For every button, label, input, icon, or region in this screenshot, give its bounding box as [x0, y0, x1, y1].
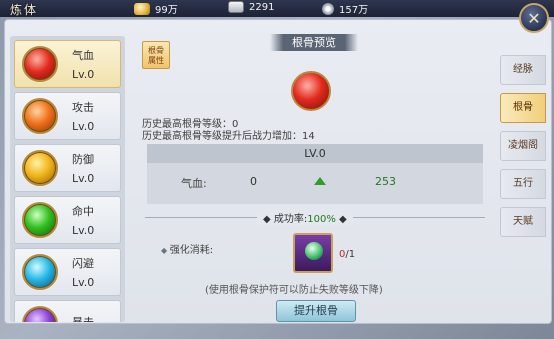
yellow-orb-icon: [22, 150, 58, 186]
token-icon: [322, 2, 334, 15]
red-orb-icon: [22, 46, 58, 82]
top-bar: 炼体 99万 2291 157万: [0, 0, 554, 17]
green-orb-icon: [22, 202, 58, 238]
silver-ingot-icon: [228, 1, 244, 13]
tab-root[interactable]: 根骨: [500, 93, 546, 123]
window-title: 炼体: [10, 3, 39, 17]
attribute-name: 命中: [72, 205, 94, 218]
close-icon: ✕: [527, 8, 541, 28]
stat-table: LV.0 气血: 0 253: [147, 144, 483, 204]
success-rate-value: 100%: [307, 214, 336, 225]
upgrade-button[interactable]: 提升根骨: [276, 300, 356, 322]
stat-name: 气血:: [181, 177, 207, 190]
attribute-name: 闪避: [72, 257, 94, 270]
attribute-item-hp[interactable]: 气血 Lv.0: [14, 40, 121, 88]
stat-next-value: 253: [375, 175, 396, 188]
cost-label: 强化消耗:: [161, 241, 213, 256]
stat-row: 气血: 0 253: [147, 163, 483, 204]
attribute-level: Lv.0: [72, 172, 95, 185]
attribute-level: Lv.0: [72, 68, 95, 81]
attribute-item-crit[interactable]: 暴击: [14, 300, 121, 322]
item-count: 0/1: [339, 249, 355, 260]
history-power-value: 14: [302, 131, 315, 142]
item-need: /1: [345, 249, 356, 260]
preview-title: 根骨预览: [270, 34, 358, 51]
resource-gold-value: 99万: [155, 5, 178, 16]
resource-silver: 2291: [228, 1, 274, 13]
cyan-orb-icon: [22, 254, 58, 290]
attribute-level: Lv.0: [72, 276, 95, 289]
purple-orb-icon: [22, 306, 58, 322]
attribute-item-dodge[interactable]: 闪避 Lv.0: [14, 248, 121, 296]
resource-token: 157万: [322, 1, 368, 16]
hint-text: (使用根骨保护符可以防止失败等级下降): [205, 285, 383, 296]
stat-level: LV.0: [147, 144, 483, 163]
tab-talent[interactable]: 天赋: [500, 207, 546, 237]
material-item-slot[interactable]: [293, 233, 333, 273]
tab-five-elements[interactable]: 五行: [500, 169, 546, 199]
resource-token-value: 157万: [339, 5, 369, 16]
tab-lingyan[interactable]: 凌烟阁: [500, 131, 546, 161]
tag-line-2: 属性: [148, 56, 164, 65]
attribute-name: 攻击: [72, 101, 94, 114]
attribute-level: Lv.0: [72, 224, 95, 237]
resource-gold: 99万: [134, 1, 178, 16]
gold-ingot-icon: [134, 2, 150, 15]
attribute-item-defense[interactable]: 防御 Lv.0: [14, 144, 121, 192]
side-tabs: 经脉 根骨 凌烟阁 五行 天赋: [500, 55, 546, 245]
preview-red-orb-icon: [291, 71, 331, 111]
attribute-item-hit[interactable]: 命中 Lv.0: [14, 196, 121, 244]
history-power-label: 历史最高根骨等级提升后战力增加：: [142, 131, 302, 142]
content-area: 根骨 属性 根骨预览 历史最高根骨等级：0 历史最高根骨等级提升后战力增加：14…: [133, 27, 495, 322]
history-power-line: 历史最高根骨等级提升后战力增加：14: [142, 127, 315, 142]
stat-current-value: 0: [250, 175, 257, 188]
orange-orb-icon: [22, 98, 58, 134]
resource-silver-value: 2291: [249, 1, 275, 13]
attribute-list: 气血 Lv.0 攻击 Lv.0 防御 Lv.0 命中 Lv.0 闪避 Lv.0 …: [10, 36, 125, 322]
close-button[interactable]: ✕: [519, 3, 549, 33]
success-rate-label: 成功率:: [273, 214, 308, 225]
root-attribute-button[interactable]: 根骨 属性: [142, 41, 170, 69]
arrow-up-icon: [314, 177, 326, 185]
attribute-level: Lv.0: [72, 120, 95, 133]
main-panel: 气血 Lv.0 攻击 Lv.0 防御 Lv.0 命中 Lv.0 闪避 Lv.0 …: [4, 19, 552, 324]
success-rate: ◆ 成功率:100% ◆: [257, 210, 353, 225]
attribute-item-attack[interactable]: 攻击 Lv.0: [14, 92, 121, 140]
diamond-icon: ◆: [335, 214, 347, 225]
attribute-name: 暴击: [72, 315, 94, 323]
attribute-name: 防御: [72, 153, 94, 166]
tab-meridian[interactable]: 经脉: [500, 55, 546, 85]
tag-line-1: 根骨: [148, 46, 164, 55]
diamond-icon: ◆: [263, 214, 274, 225]
attribute-name: 气血: [72, 49, 94, 62]
